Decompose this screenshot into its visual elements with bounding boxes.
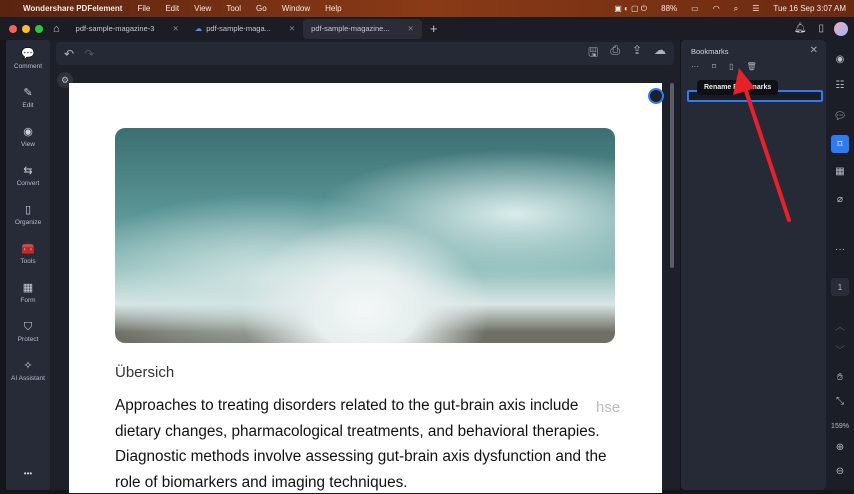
red-arrow-annotation bbox=[733, 68, 791, 222]
